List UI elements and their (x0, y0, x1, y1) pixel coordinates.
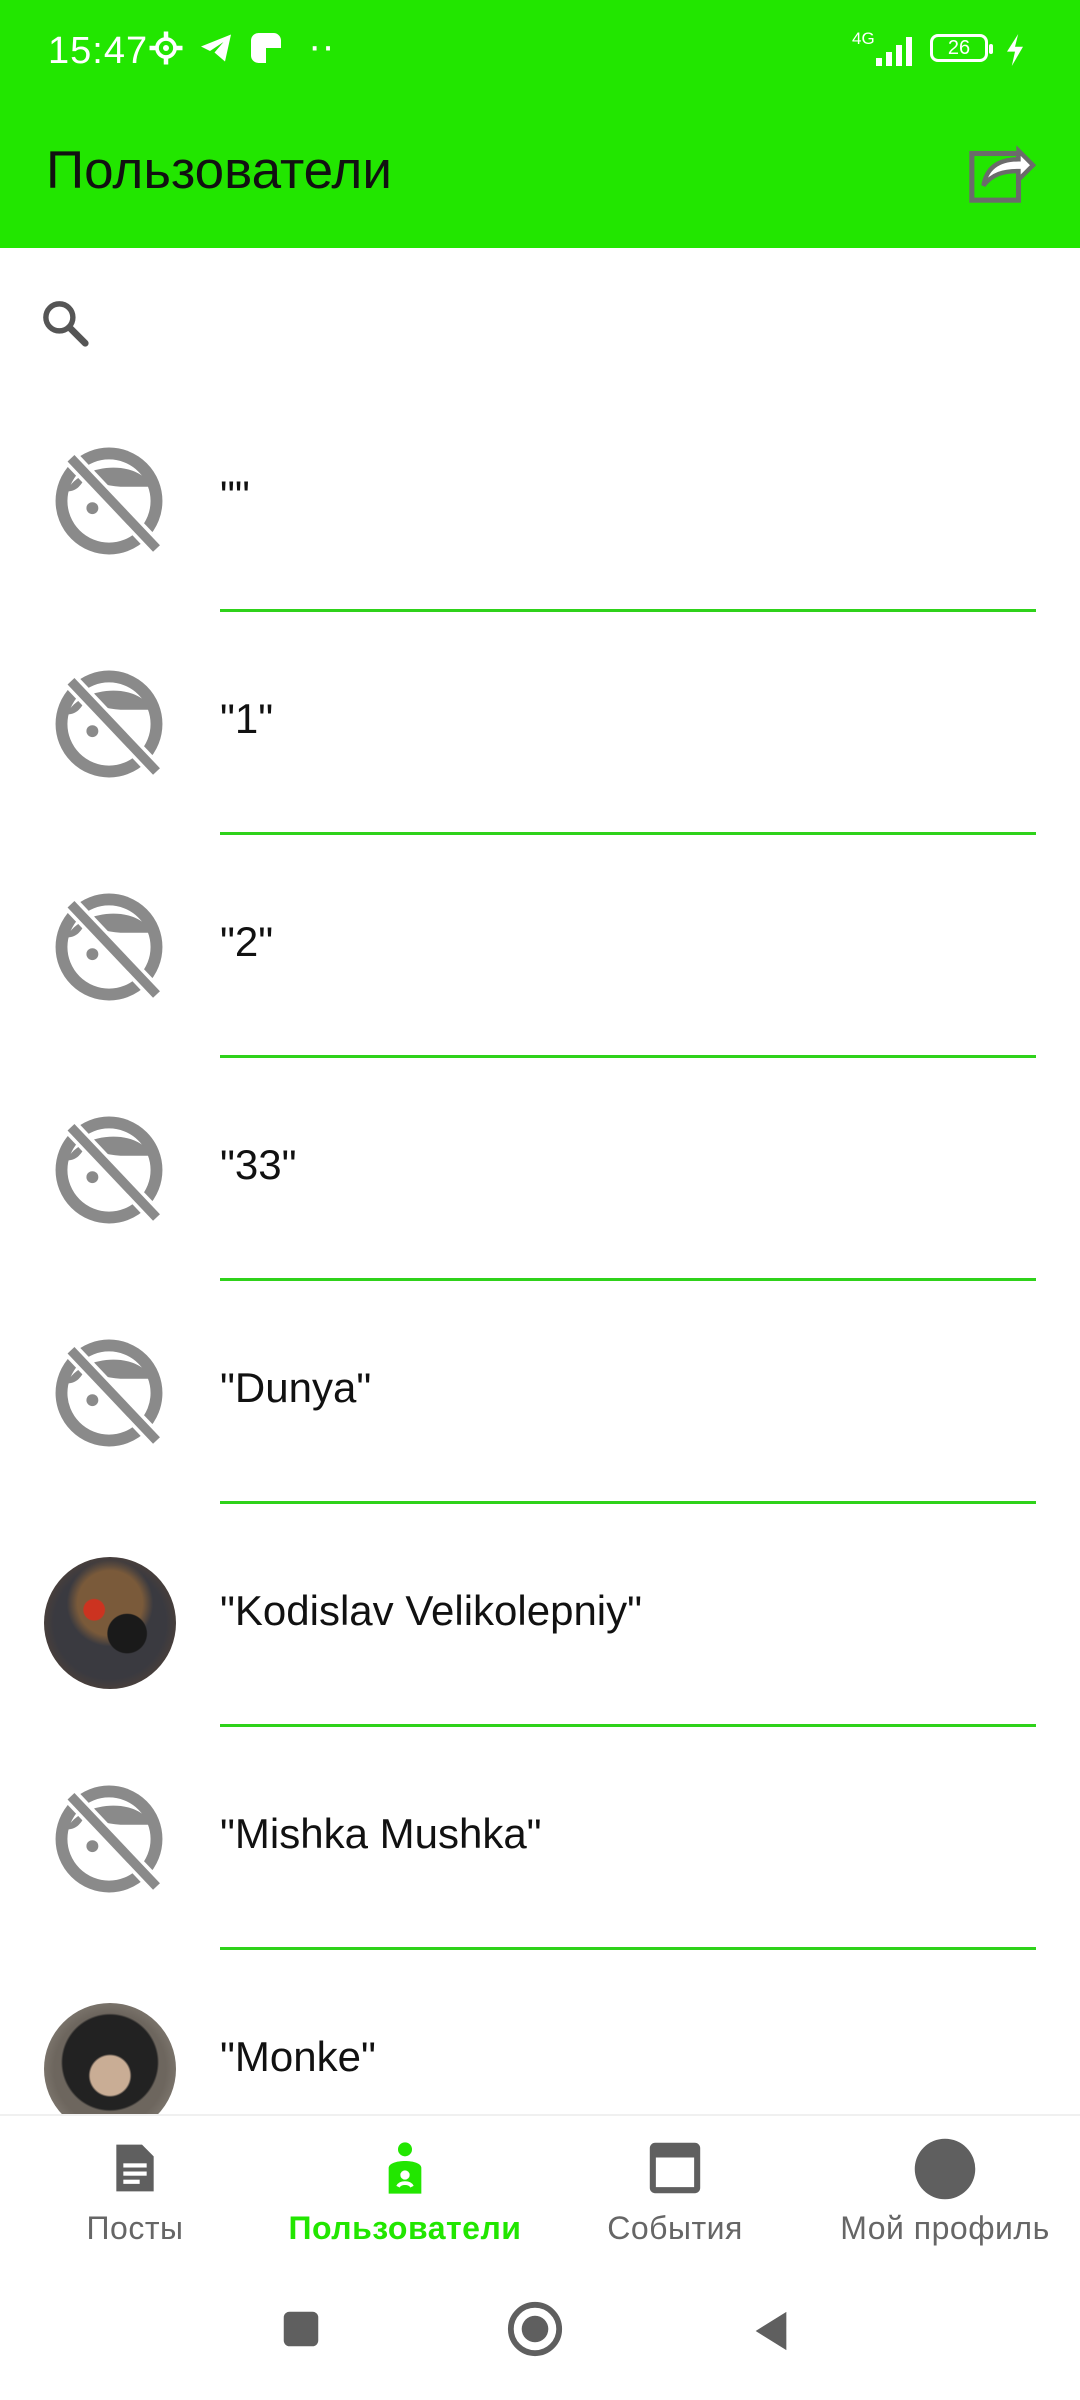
window-icon (649, 2142, 701, 2194)
list-divider (220, 1947, 1036, 1950)
recents-icon[interactable] (278, 2306, 324, 2352)
network-type: 4G (852, 29, 875, 48)
battery-icon: 26 (930, 34, 993, 62)
charging-icon (1007, 34, 1023, 66)
user-name: "Mishka Mushka" (220, 1810, 542, 1857)
user-name: "33" (220, 1141, 297, 1188)
list-divider (220, 1055, 1036, 1058)
home-icon[interactable] (506, 2300, 564, 2358)
page-title: Пользователи (46, 141, 392, 200)
top-app-bar: 15:47 ·· 4G 26 Пользователи (0, 0, 1080, 248)
no-avatar-icon (52, 1336, 166, 1450)
back-icon[interactable] (748, 2306, 794, 2356)
no-avatar-icon (52, 1113, 166, 1227)
no-avatar-icon (52, 667, 166, 781)
user-list-item[interactable]: "Dunya" (0, 1296, 1080, 1519)
more-notifications-icon: ·· (308, 24, 335, 68)
search-icon[interactable] (38, 296, 92, 350)
user-name: "Kodislav Velikolepniy" (220, 1587, 643, 1634)
user-name: "2" (220, 918, 274, 965)
share-icon[interactable] (966, 136, 1036, 206)
system-navigation-bar (0, 2264, 1080, 2400)
list-divider (220, 832, 1036, 835)
nav-users-label: Пользователи (288, 2210, 522, 2246)
status-time: 15:47 (48, 30, 149, 72)
user-name: "Monke" (220, 2033, 376, 2080)
no-avatar-icon (52, 890, 166, 1004)
nav-events[interactable]: События (540, 2116, 810, 2266)
profile-avatar-icon (914, 2138, 976, 2200)
user-list-item[interactable]: "33" (0, 1073, 1080, 1296)
signal-icon (876, 37, 912, 66)
user-list-item[interactable]: "1" (0, 627, 1080, 850)
telegram-icon (201, 34, 231, 62)
list-divider (220, 609, 1036, 612)
status-bar: 15:47 ·· 4G 26 (0, 0, 1080, 100)
user-list-item[interactable]: "2" (0, 850, 1080, 1073)
gear-icon (149, 31, 183, 65)
user-list-item[interactable]: "Kodislav Velikolepniy" (0, 1519, 1080, 1742)
no-avatar-icon (52, 1782, 166, 1896)
list-divider (220, 1724, 1036, 1727)
user-list-item[interactable]: "" (0, 404, 1080, 627)
user-list-item[interactable]: "Mishka Mushka" (0, 1742, 1080, 1965)
user-name: "1" (220, 695, 274, 742)
nav-posts-label: Посты (86, 2210, 184, 2246)
nav-events-label: События (607, 2210, 743, 2246)
app-notification-icon (251, 33, 281, 63)
list-divider (220, 1278, 1036, 1281)
user-list: "" "1" "2" "33" "Dunya" "Kodislav Velikolepni… (0, 404, 1080, 2188)
user-name: "" (220, 472, 250, 519)
user-icon (388, 2142, 422, 2194)
user-avatar-photo (44, 1557, 176, 1689)
no-avatar-icon (52, 444, 166, 558)
nav-my-profile[interactable]: Мой профиль (810, 2116, 1080, 2266)
battery-level: 26 (947, 37, 971, 59)
list-divider (220, 1501, 1036, 1504)
nav-posts[interactable]: Посты (0, 2116, 270, 2266)
user-name: "Dunya" (220, 1364, 372, 1411)
nav-my-profile-label: Мой профиль (840, 2210, 1050, 2246)
document-icon (116, 2144, 154, 2192)
nav-users[interactable]: Пользователи (270, 2116, 540, 2266)
bottom-navigation: Посты Пользователи События Мой профиль (0, 2114, 1080, 2266)
